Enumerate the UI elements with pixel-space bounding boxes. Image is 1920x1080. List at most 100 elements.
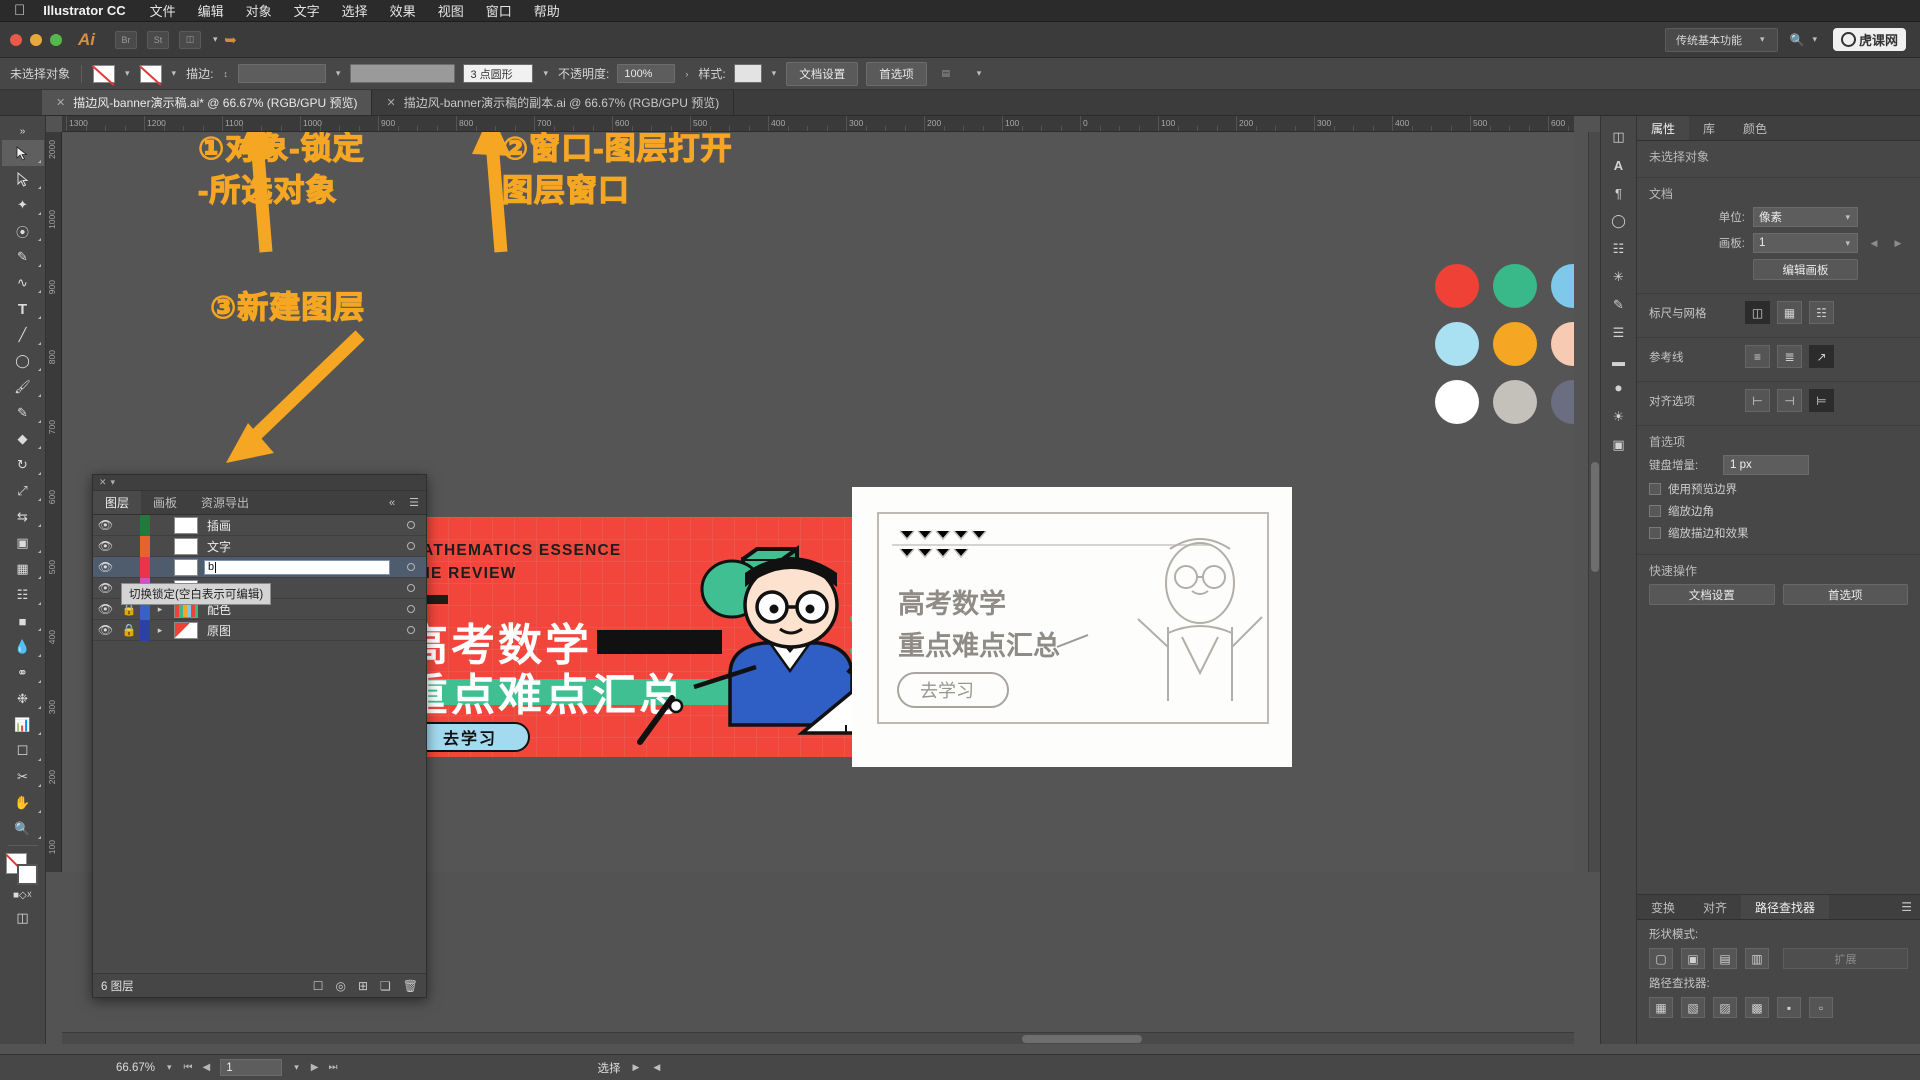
menu-item-effect[interactable]: 效果: [390, 1, 416, 20]
layers-panel-dragbar[interactable]: ✕ ▾: [93, 475, 426, 491]
eye-icon[interactable]: 👁: [93, 539, 118, 553]
tab-properties[interactable]: 属性: [1637, 116, 1690, 140]
eye-icon[interactable]: 👁: [93, 623, 118, 637]
crop-icon[interactable]: ▩: [1745, 997, 1769, 1018]
tab-libraries[interactable]: 库: [1689, 116, 1729, 140]
width-tool[interactable]: ⇆: [2, 504, 44, 530]
character-icon[interactable]: A: [1604, 152, 1634, 178]
apple-icon[interactable]: : [14, 3, 25, 18]
close-window-button[interactable]: [10, 33, 22, 46]
align-glyph-icon[interactable]: ⊣: [1777, 389, 1802, 412]
hand-tool[interactable]: ✋: [2, 790, 44, 816]
graphic-style-swatch[interactable]: [733, 64, 762, 83]
divide-icon[interactable]: ▦: [1649, 997, 1673, 1018]
pathfinder-panel[interactable]: 变换 对齐 路径查找器 ☰ 形状模式: ▢ ▣ ▤ ▥ 扩展 路径查找器: ▦ …: [1636, 894, 1920, 1044]
eye-icon[interactable]: 👁: [93, 602, 118, 616]
zoom-tool[interactable]: 🔍: [2, 816, 44, 842]
column-graph-tool[interactable]: 📊: [2, 712, 44, 738]
delete-layer-icon[interactable]: 🗑: [403, 979, 418, 993]
menu-item-type[interactable]: 文字: [294, 1, 320, 20]
quick-document-setup-button[interactable]: 文档设置: [1649, 584, 1775, 605]
sync-settings-icon[interactable]: ➥: [220, 31, 242, 49]
close-icon[interactable]: ✕: [56, 96, 65, 109]
page-chevron-icon[interactable]: ▾: [292, 1062, 301, 1073]
preferences-button[interactable]: 首选项: [866, 61, 927, 86]
merge-icon[interactable]: ▨: [1713, 997, 1737, 1018]
layer-row-text[interactable]: 👁 文字: [93, 535, 426, 557]
libraries-icon[interactable]: ☷: [1604, 236, 1634, 262]
selection-tool[interactable]: [1, 140, 44, 166]
target-indicator[interactable]: [396, 542, 426, 550]
sketch-reference-image[interactable]: 高考数学 重点难点汇总 去学习: [852, 487, 1292, 767]
eye-icon[interactable]: 👁: [93, 560, 118, 574]
workspace-chevron-icon[interactable]: ▾: [1758, 34, 1767, 45]
clip-mask-icon[interactable]: ☐: [313, 979, 324, 993]
style-chevron-icon[interactable]: ▾: [770, 68, 779, 79]
vertical-ruler[interactable]: 2000 1000 900 800 700 600 500 400 300 200 100: [46, 132, 62, 872]
minus-front-icon[interactable]: ▣: [1681, 948, 1705, 969]
banner-cta-button[interactable]: 去学习: [410, 722, 530, 752]
minimize-window-button[interactable]: [30, 33, 42, 46]
checkbox-icon[interactable]: [1649, 527, 1661, 539]
menu-item-object[interactable]: 对象: [246, 1, 272, 20]
artboard-tool[interactable]: ☐: [2, 738, 44, 764]
document-tab-secondary[interactable]: ✕ 描边风-banner演示稿的副本.ai @ 66.67% (RGB/GPU …: [372, 90, 735, 115]
use-preview-bounds-checkbox-row[interactable]: 使用预览边界: [1649, 481, 1908, 497]
transparency-icon[interactable]: ☀: [1604, 404, 1634, 430]
swatches-icon[interactable]: ☰: [1604, 320, 1634, 346]
tab-align[interactable]: 对齐: [1689, 895, 1741, 919]
opacity-field[interactable]: 100%: [617, 64, 676, 83]
unite-icon[interactable]: ▢: [1649, 948, 1673, 969]
menu-item-help[interactable]: 帮助: [534, 1, 560, 20]
shaper-tool[interactable]: ✎: [2, 400, 44, 426]
gradient-icon[interactable]: ▬: [1604, 348, 1634, 374]
scrollbar-thumb[interactable]: [1022, 1035, 1142, 1043]
prev-artboard-button[interactable]: ◀: [1866, 235, 1882, 251]
tab-asset-export[interactable]: 资源导出: [189, 491, 261, 514]
stroke-weight-chevron-icon[interactable]: ▾: [334, 68, 343, 79]
arrange-documents-button[interactable]: ◫: [179, 30, 201, 49]
shape-builder-tool[interactable]: ▣: [2, 530, 44, 556]
stroke-color-swatch[interactable]: [16, 864, 38, 885]
quick-preferences-button[interactable]: 首选项: [1782, 584, 1908, 605]
menu-item-file[interactable]: 文件: [150, 1, 176, 20]
lock-guides-icon[interactable]: ≣: [1777, 345, 1802, 368]
direct-selection-tool[interactable]: [2, 166, 44, 192]
eyedropper-tool[interactable]: 💧: [2, 634, 44, 660]
rotate-tool[interactable]: ↻: [2, 452, 44, 478]
arrange-chevron-icon[interactable]: ▾: [211, 34, 220, 45]
scale-tool[interactable]: ⤢: [2, 478, 44, 504]
fill-stroke-indicator[interactable]: [5, 853, 40, 885]
align-point-icon[interactable]: ⊨: [1809, 389, 1834, 412]
layer-row-renaming[interactable]: 👁 b: [93, 556, 426, 578]
tab-artboards[interactable]: 画板: [141, 491, 189, 514]
stroke-icon[interactable]: ◯: [1604, 208, 1634, 234]
make-selection-icon[interactable]: ◎: [335, 979, 345, 993]
page-nav-first[interactable]: ⏮: [184, 1062, 193, 1073]
toolbar-collapse-icon[interactable]: »: [2, 122, 44, 140]
tab-transform[interactable]: 变换: [1637, 895, 1689, 919]
zoom-chevron-icon[interactable]: ▾: [165, 1062, 174, 1073]
checkbox-icon[interactable]: [1649, 505, 1661, 517]
layer-name-input[interactable]: b: [204, 559, 390, 575]
search-chevron-icon[interactable]: ▾: [1810, 34, 1819, 45]
new-layer-icon[interactable]: ❏: [380, 979, 391, 993]
target-indicator[interactable]: [396, 584, 426, 592]
chevron-double-left-icon[interactable]: «: [382, 491, 402, 514]
perspective-grid-tool[interactable]: ▦: [2, 556, 44, 582]
layer-row-original-image[interactable]: 👁 🔒 ▸ 原图: [93, 619, 426, 641]
unit-select[interactable]: 像素 ▾: [1753, 207, 1858, 227]
fill-swatch[interactable]: [93, 64, 116, 83]
opacity-more-icon[interactable]: ›: [683, 69, 690, 79]
maximize-window-button[interactable]: [50, 33, 62, 46]
show-rulers-icon[interactable]: ◫: [1745, 301, 1770, 324]
scale-corners-checkbox-row[interactable]: 缩放边角: [1649, 503, 1908, 519]
variable-width-profile-field[interactable]: [350, 64, 456, 83]
align-options-icon[interactable]: ▤: [935, 65, 957, 83]
target-indicator[interactable]: [396, 605, 426, 613]
show-grid-icon[interactable]: ▦: [1777, 301, 1802, 324]
tool-status-prev-icon[interactable]: ◀: [651, 1062, 662, 1073]
expand-triangle-icon[interactable]: ▸: [150, 625, 170, 636]
symbols-icon[interactable]: ✳: [1604, 264, 1634, 290]
intersect-icon[interactable]: ▤: [1713, 948, 1737, 969]
